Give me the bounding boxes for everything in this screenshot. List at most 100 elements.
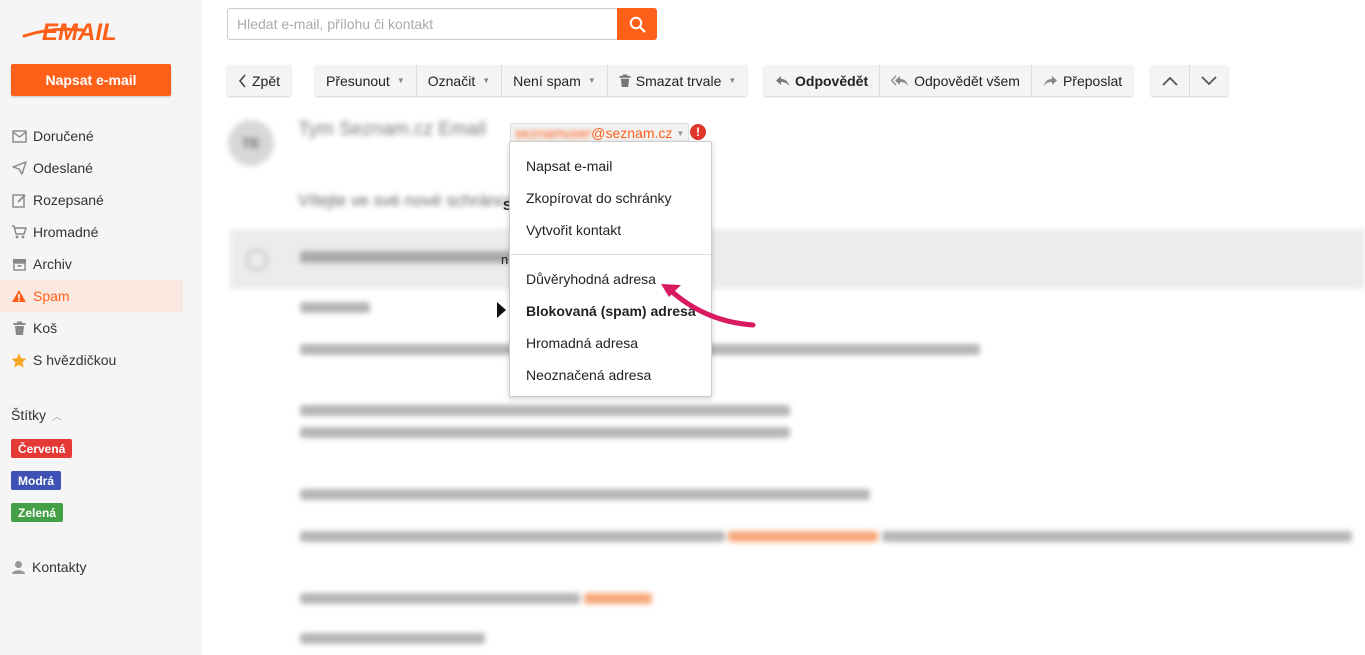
tag-green[interactable]: Zelená (11, 503, 64, 522)
menu-copy-to-clipboard[interactable]: Zkopírovat do schránky (526, 190, 672, 206)
folder-label: Koš (33, 320, 58, 336)
body-link (584, 593, 652, 604)
chevron-down-icon (1201, 75, 1217, 85)
menu-unmarked-address[interactable]: Neoznačená adresa (526, 367, 651, 383)
move-label: Přesunout (326, 72, 390, 89)
reply-all-label: Odpovědět všem (914, 72, 1020, 89)
tag-red[interactable]: Červená (11, 439, 73, 458)
folder-inbox[interactable]: Doručené (0, 120, 183, 152)
email-domain: @seznam.cz (591, 125, 673, 141)
search-input[interactable] (227, 8, 617, 40)
menu-divider (510, 254, 711, 255)
contacts-link[interactable]: Kontakty (11, 559, 86, 575)
menu-trusted-address[interactable]: Důvěryhodná adresa (526, 271, 656, 287)
email-local-part: seznamuser (515, 125, 592, 141)
reply-all-button[interactable]: Odpovědět všem (880, 65, 1032, 96)
person-icon (12, 560, 25, 574)
reply-label: Odpovědět (795, 72, 869, 89)
labels-heading[interactable]: Štítky ︿ (11, 407, 62, 423)
previous-message-button[interactable] (1151, 65, 1190, 96)
caret-down-icon: ▼ (676, 128, 685, 138)
archive-icon (11, 256, 27, 272)
contacts-label: Kontakty (32, 559, 87, 575)
mark-button[interactable]: Označit ▼ (417, 65, 503, 96)
notice-bar (230, 229, 1365, 289)
folder-trash[interactable]: Koš (0, 312, 183, 344)
search-icon (629, 16, 646, 33)
tag-blue[interactable]: Modrá (11, 471, 61, 490)
folder-drafts[interactable]: Rozepsané (0, 184, 183, 216)
annotation-arrow-icon (661, 284, 756, 328)
menu-create-contact[interactable]: Vytvořit kontakt (526, 222, 621, 238)
not-spam-label: Není spam (513, 72, 581, 89)
chevron-up-icon: ︿ (52, 411, 63, 423)
folder-sent[interactable]: Odeslané (0, 152, 183, 184)
folder-label: Doručené (33, 128, 94, 144)
move-button[interactable]: Přesunout ▼ (315, 65, 417, 96)
compose-button[interactable]: Napsat e-mail (11, 64, 171, 96)
body-line (300, 489, 870, 500)
body-link (728, 531, 878, 542)
star-icon (11, 352, 27, 368)
menu-compose-email[interactable]: Napsat e-mail (526, 158, 612, 174)
send-icon (11, 160, 27, 176)
body-line (300, 633, 485, 644)
reply-button[interactable]: Odpovědět (764, 65, 881, 96)
draft-icon (11, 192, 27, 208)
folder-label: Archiv (33, 256, 72, 272)
not-spam-button[interactable]: Není spam ▼ (502, 65, 608, 96)
sender-email-chip[interactable]: seznamuser @seznam.cz ▼ (510, 123, 690, 143)
reply-all-icon (891, 75, 909, 86)
folder-archive[interactable]: Archiv (0, 248, 183, 280)
cart-icon (11, 224, 27, 240)
avatar: TE (228, 120, 274, 166)
delete-label: Smazat trvale (635, 72, 722, 89)
notice-peek: n (501, 252, 509, 267)
message-body-blurred: TE Tym Seznam.cz Email Vítejte ve své no… (202, 105, 1365, 655)
forward-button[interactable]: Přeposlat (1032, 65, 1133, 96)
folder-label: S hvězdičkou (33, 352, 117, 368)
reply-icon (776, 75, 789, 86)
folder-list: Doručené Odeslané Rozepsané Hromadné Arc… (0, 120, 183, 376)
mark-label: Označit (427, 72, 476, 89)
body-line (300, 531, 725, 542)
caret-down-icon: ▼ (728, 76, 737, 85)
folder-label: Hromadné (33, 224, 99, 240)
folder-bulk[interactable]: Hromadné (0, 216, 183, 248)
folder-label: Odeslané (33, 160, 93, 176)
email-logo[interactable]: EMAIL (22, 14, 152, 48)
trash-icon (619, 74, 631, 87)
body-line (300, 593, 580, 604)
toolbar-nav-group (1151, 65, 1228, 96)
next-message-button[interactable] (1190, 65, 1228, 96)
inbox-icon (11, 128, 27, 144)
sender-context-menu: Napsat e-mail Zkopírovat do schránky Vyt… (497, 141, 712, 397)
toolbar-actions-group: Přesunout ▼ Označit ▼ Není spam ▼ Smazat tr… (315, 65, 748, 96)
back-button[interactable]: Zpět (227, 65, 291, 96)
menu-bulk-address[interactable]: Hromadná adresa (526, 335, 638, 351)
forward-label: Přeposlat (1062, 72, 1123, 89)
body-line (300, 405, 790, 416)
folder-spam[interactable]: Spam (0, 280, 183, 312)
folder-starred[interactable]: S hvězdičkou (0, 344, 183, 376)
selected-pointer-icon (497, 302, 506, 318)
sidebar: EMAIL Napsat e-mail Doručené Odeslané Ro… (0, 0, 202, 655)
sender-name: Tym Seznam.cz Email (298, 119, 486, 140)
back-label: Zpět (252, 72, 281, 89)
search-button[interactable] (617, 8, 657, 40)
logo-text: EMAIL (42, 19, 117, 46)
warning-icon[interactable]: ! (690, 124, 706, 140)
forward-icon (1043, 75, 1057, 86)
folder-label: Spam (33, 288, 70, 304)
trash-icon (11, 320, 27, 336)
body-line (300, 302, 370, 313)
delete-button[interactable]: Smazat trvale ▼ (608, 65, 748, 96)
warning-icon (11, 288, 27, 304)
toolbar-back-group: Zpět (227, 65, 292, 96)
body-line (882, 531, 1352, 542)
message-subject: Vítejte ve své nové schránce (298, 191, 516, 210)
caret-down-icon: ▼ (587, 76, 596, 85)
body-line (300, 427, 790, 438)
chevron-left-icon (238, 73, 246, 88)
chevron-up-icon (1162, 76, 1178, 86)
